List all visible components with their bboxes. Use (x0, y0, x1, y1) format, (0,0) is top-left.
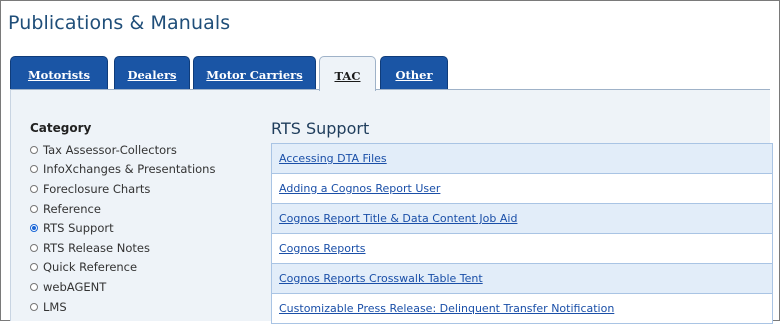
radio-button[interactable] (30, 263, 38, 272)
document-link-list: Accessing DTA Files Adding a Cognos Repo… (271, 143, 773, 324)
category-list: Tax Assessor-Collectors InfoXchanges & P… (30, 140, 215, 316)
category-item-label: RTS Support (43, 221, 114, 236)
category-item-tax-assessor-collectors[interactable]: Tax Assessor-Collectors (30, 140, 215, 160)
radio-button[interactable] (30, 204, 38, 213)
radio-button-selected[interactable] (30, 224, 38, 233)
category-item-label: InfoXchanges & Presentations (43, 162, 216, 177)
list-item: Cognos Reports Crosswalk Table Tent (271, 264, 773, 294)
radio-button[interactable] (30, 145, 38, 154)
category-item-foreclosure-charts[interactable]: Foreclosure Charts (30, 179, 215, 199)
document-link[interactable]: Cognos Report Title & Data Content Job A… (279, 212, 517, 225)
category-heading: Category (30, 121, 92, 135)
tab-tac[interactable]: TAC (319, 56, 376, 91)
tab-motor-carriers[interactable]: Motor Carriers (193, 56, 316, 90)
document-link[interactable]: Customizable Press Release: Delinquent T… (279, 302, 614, 315)
category-item-rts-support[interactable]: RTS Support (30, 218, 215, 238)
radio-button[interactable] (30, 165, 38, 174)
document-link[interactable]: Accessing DTA Files (279, 152, 387, 165)
category-item-infoxchanges[interactable]: InfoXchanges & Presentations (30, 160, 215, 180)
category-item-label: Tax Assessor-Collectors (43, 142, 177, 157)
radio-button[interactable] (30, 302, 38, 311)
category-item-label: Foreclosure Charts (43, 181, 151, 196)
list-item: Accessing DTA Files (271, 144, 773, 174)
category-item-quick-reference[interactable]: Quick Reference (30, 258, 215, 278)
category-item-label: webAGENT (43, 279, 107, 294)
category-item-label: Quick Reference (43, 260, 138, 275)
list-item: Customizable Press Release: Delinquent T… (271, 294, 773, 324)
page-title: Publications & Manuals (8, 12, 231, 34)
document-link[interactable]: Cognos Reports (279, 242, 366, 255)
list-item: Cognos Reports (271, 234, 773, 264)
list-item: Adding a Cognos Report User (271, 174, 773, 204)
category-item-reference[interactable]: Reference (30, 199, 215, 219)
tab-motorists[interactable]: Motorists (10, 56, 108, 90)
category-item-lms[interactable]: LMS (30, 297, 215, 317)
section-title: RTS Support (271, 119, 370, 138)
category-item-label: Reference (43, 201, 101, 216)
category-item-rts-release-notes[interactable]: RTS Release Notes (30, 238, 215, 258)
category-item-label: RTS Release Notes (43, 240, 150, 255)
radio-button[interactable] (30, 243, 38, 252)
tab-dealers[interactable]: Dealers (114, 56, 190, 90)
radio-button[interactable] (30, 282, 38, 291)
radio-button[interactable] (30, 184, 38, 193)
category-item-webagent[interactable]: webAGENT (30, 277, 215, 297)
category-item-label: LMS (43, 299, 67, 314)
tab-other[interactable]: Other (380, 56, 448, 90)
document-link[interactable]: Adding a Cognos Report User (279, 182, 440, 195)
list-item: Cognos Report Title & Data Content Job A… (271, 204, 773, 234)
document-link[interactable]: Cognos Reports Crosswalk Table Tent (279, 272, 483, 285)
